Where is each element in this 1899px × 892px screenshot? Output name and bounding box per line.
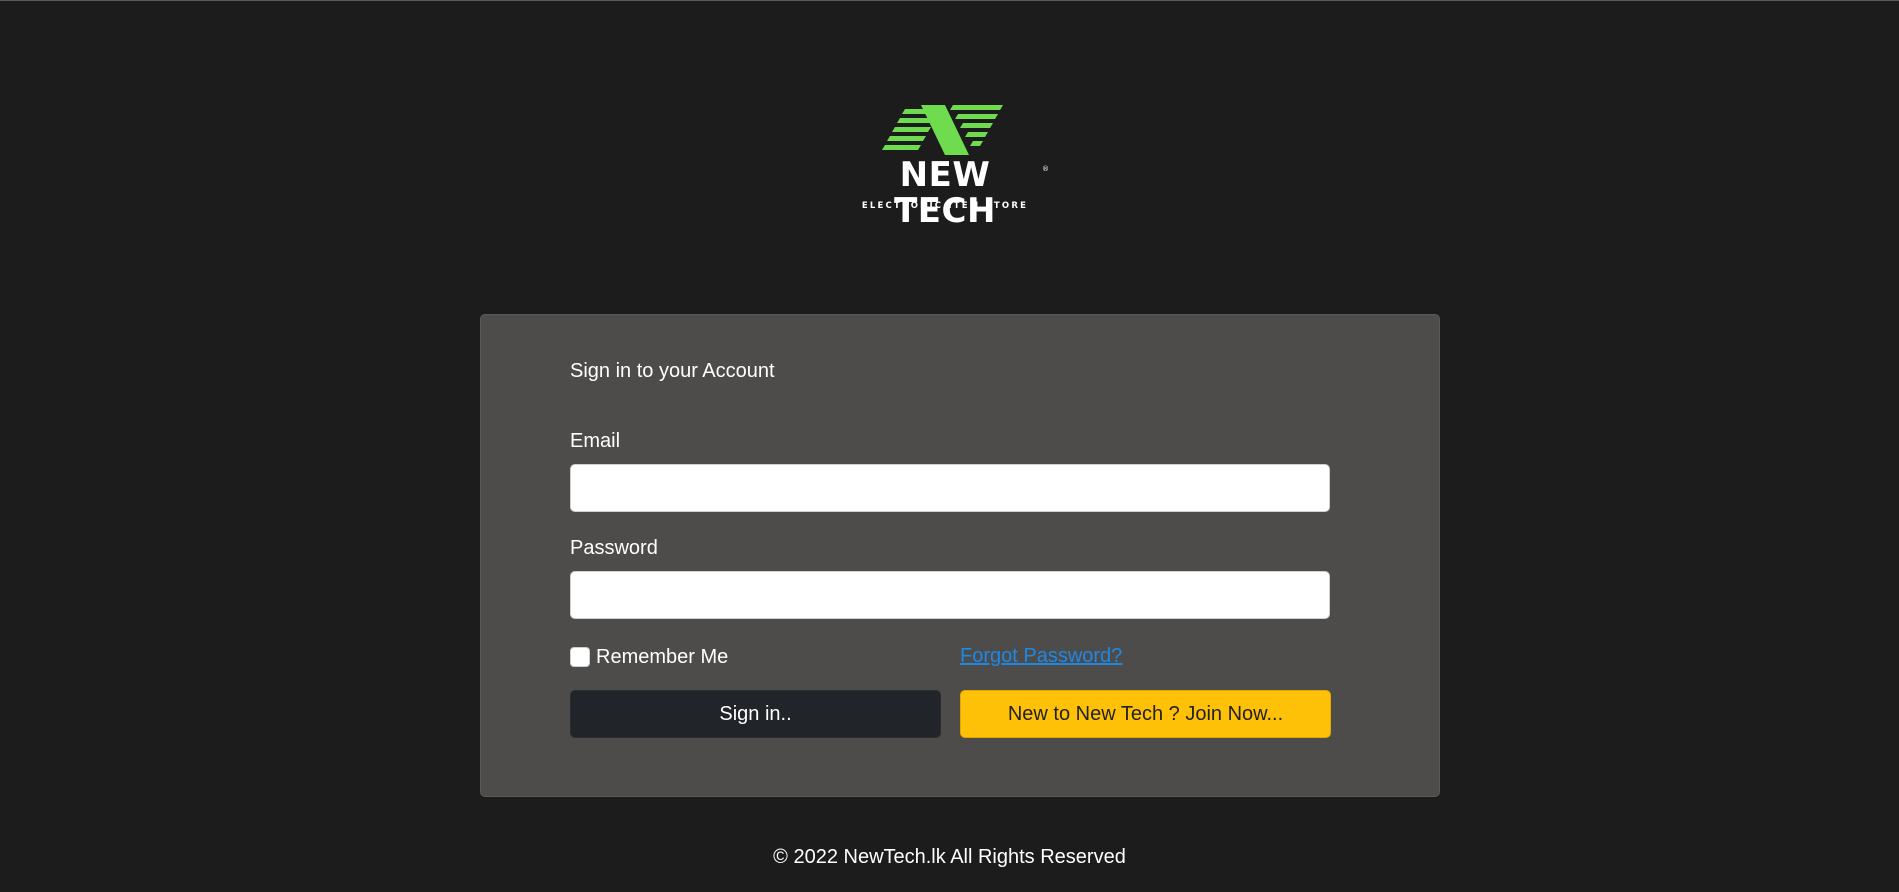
password-field[interactable] — [570, 571, 1330, 619]
password-label: Password — [570, 537, 658, 559]
footer-copyright: © 2022 NewTech.lk All Rights Reserved — [773, 846, 1126, 868]
brand-tagline: ELECTRONIC ITEM STORE — [861, 201, 1029, 211]
email-field[interactable] — [570, 464, 1330, 512]
registered-mark: ® — [1042, 165, 1049, 173]
brand-logo: NEW TECH ® ELECTRONIC ITEM STORE — [845, 103, 1049, 229]
login-card: Sign in to your Account Email Password R… — [480, 314, 1440, 797]
remember-me[interactable]: Remember Me — [570, 645, 728, 669]
email-label: Email — [570, 430, 621, 452]
remember-me-checkbox[interactable] — [570, 647, 590, 667]
card-title: Sign in to your Account — [570, 360, 775, 382]
sign-in-button[interactable]: Sign in.. — [570, 690, 941, 738]
forgot-password-link[interactable]: Forgot Password? — [960, 645, 1122, 668]
join-now-button[interactable]: New to New Tech ? Join Now... — [960, 690, 1331, 738]
brand-name: NEW TECH — [894, 155, 996, 231]
logo-n-mark-icon — [882, 105, 1003, 155]
top-border — [0, 0, 1899, 1]
remember-me-label: Remember Me — [596, 645, 729, 668]
